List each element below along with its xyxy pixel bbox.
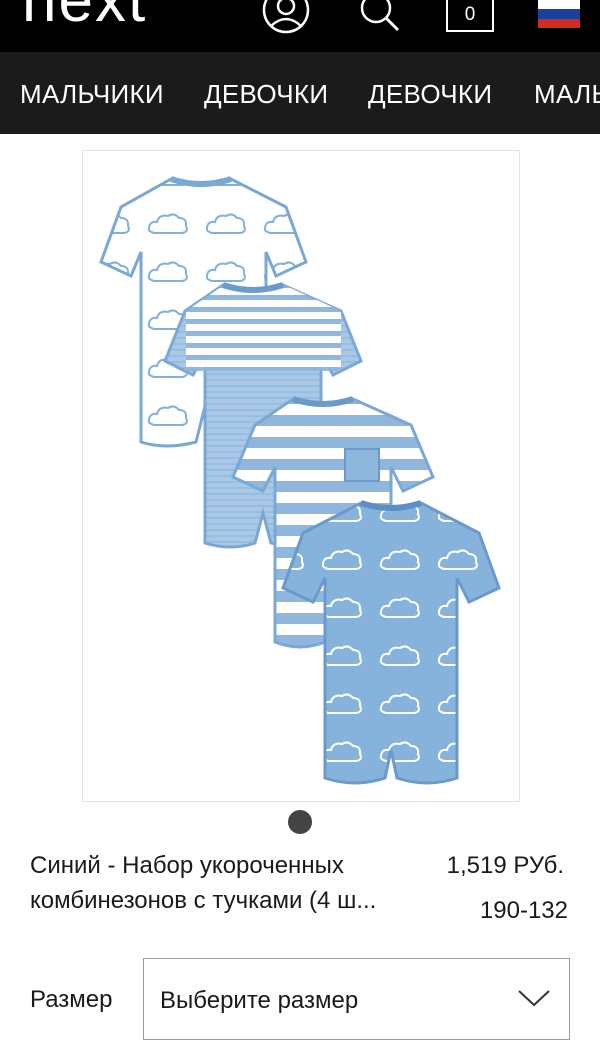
next-logo[interactable]: next: [22, 0, 147, 32]
carousel-dot-active[interactable]: [288, 810, 312, 834]
product-price: 1,519 РУб.: [446, 852, 564, 879]
size-dropdown[interactable]: Выберите размер: [143, 958, 570, 1040]
size-label: Размер: [30, 986, 113, 1013]
product-title-line-1: Синий - Набор укороченных: [30, 852, 344, 879]
product-title-line-2: комбинезонов с тучками (4 ш...: [30, 887, 377, 914]
nav-item-girls-2[interactable]: ДЕВОЧКИ: [368, 52, 492, 134]
bag-icon[interactable]: 0: [446, 0, 494, 32]
russia-flag-icon[interactable]: [538, 0, 580, 28]
size-dropdown-value: Выберите размер: [160, 987, 359, 1014]
product-size-range: 190-132: [479, 897, 568, 924]
account-icon[interactable]: [260, 0, 312, 34]
rompers-illustration: [99, 176, 501, 785]
bag-count: 0: [464, 4, 476, 25]
product-image[interactable]: [82, 150, 520, 802]
top-header: next 0: [0, 0, 600, 52]
search-icon[interactable]: [352, 0, 404, 34]
product-title[interactable]: Синий - Набор укороченных комбинезонов с…: [30, 848, 425, 918]
nav-item-more[interactable]: МАЛЬ: [534, 52, 600, 134]
nav-item-boys[interactable]: МАЛЬЧИКИ: [20, 52, 164, 134]
category-nav: МАЛЬЧИКИ ДЕВОЧКИ ДЕВОЧКИ МАЛЬ: [0, 52, 600, 134]
chevron-down-icon: [518, 990, 550, 1007]
nav-item-girls[interactable]: ДЕВОЧКИ: [204, 52, 328, 134]
